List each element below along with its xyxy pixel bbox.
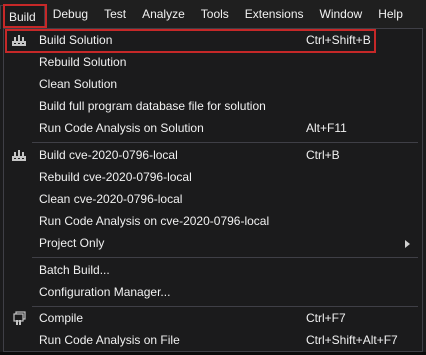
menu-item-label: Build cve-2020-0796-local <box>39 148 178 162</box>
menu-item-configuration-manager[interactable]: Configuration Manager... <box>5 281 421 303</box>
menu-debug[interactable]: Debug <box>45 3 96 26</box>
menu-item-rebuild-project[interactable]: Rebuild cve-2020-0796-local <box>5 166 421 188</box>
menu-item-label: Compile <box>39 311 84 325</box>
menu-separator <box>32 257 418 258</box>
menu-item-run-code-analysis-file[interactable]: Run Code Analysis on File Ctrl+Shift+Alt… <box>5 329 421 351</box>
menu-item-label: Project Only <box>39 236 105 250</box>
menu-item-shortcut: Ctrl+Shift+B <box>306 33 371 47</box>
menu-item-run-code-analysis-solution[interactable]: Run Code Analysis on Solution Alt+F11 <box>5 117 421 139</box>
menu-tools[interactable]: Tools <box>193 3 237 26</box>
menu-item-project-only[interactable]: Project Only <box>5 232 421 254</box>
menu-item-clean-solution[interactable]: Clean Solution <box>5 73 421 95</box>
build-dropdown-menu: Build Solution Ctrl+Shift+B Rebuild Solu… <box>3 28 423 352</box>
menu-item-build-full-pdb[interactable]: Build full program database file for sol… <box>5 95 421 117</box>
menu-analyze[interactable]: Analyze <box>134 3 193 26</box>
build-project-icon <box>11 147 27 163</box>
menu-item-build-project[interactable]: Build cve-2020-0796-local Ctrl+B <box>5 144 421 166</box>
menu-item-label: Run Code Analysis on File <box>39 333 180 347</box>
menu-item-rebuild-solution[interactable]: Rebuild Solution <box>5 51 421 73</box>
compile-icon <box>11 310 27 326</box>
menu-item-shortcut: Ctrl+F7 <box>306 311 346 325</box>
menu-item-shortcut: Alt+F11 <box>306 121 347 135</box>
menu-item-label: Build full program database file for sol… <box>39 99 266 113</box>
menu-item-shortcut: Ctrl+Shift+Alt+F7 <box>306 333 398 347</box>
menu-item-label: Rebuild cve-2020-0796-local <box>39 170 192 184</box>
menu-extensions[interactable]: Extensions <box>237 3 312 26</box>
menu-item-clean-project[interactable]: Clean cve-2020-0796-local <box>5 188 421 210</box>
menu-item-label: Clean Solution <box>39 77 118 91</box>
menu-item-run-code-analysis-project[interactable]: Run Code Analysis on cve-2020-0796-local <box>5 210 421 232</box>
build-solution-icon <box>11 32 27 48</box>
menu-item-compile[interactable]: Compile Ctrl+F7 <box>5 307 421 329</box>
menu-window[interactable]: Window <box>312 3 371 26</box>
menu-item-label: Rebuild Solution <box>39 55 127 69</box>
menu-item-label: Run Code Analysis on Solution <box>39 121 204 135</box>
menu-item-shortcut: Ctrl+B <box>306 148 340 162</box>
menu-item-build-solution[interactable]: Build Solution Ctrl+Shift+B <box>5 29 421 51</box>
menu-separator <box>32 142 418 143</box>
menu-item-label: Run Code Analysis on cve-2020-0796-local <box>39 214 270 228</box>
menu-item-label: Clean cve-2020-0796-local <box>39 192 183 206</box>
menu-item-label: Build Solution <box>39 33 113 47</box>
menu-item-label: Configuration Manager... <box>39 285 171 299</box>
menu-bar: Build Debug Test Analyze Tools Extension… <box>0 0 426 29</box>
menu-help[interactable]: Help <box>370 3 411 26</box>
menu-item-label: Batch Build... <box>39 263 110 277</box>
menu-item-batch-build[interactable]: Batch Build... <box>5 259 421 281</box>
menu-build[interactable]: Build <box>0 4 45 29</box>
submenu-arrow-icon <box>405 240 410 248</box>
menu-test[interactable]: Test <box>96 3 134 26</box>
